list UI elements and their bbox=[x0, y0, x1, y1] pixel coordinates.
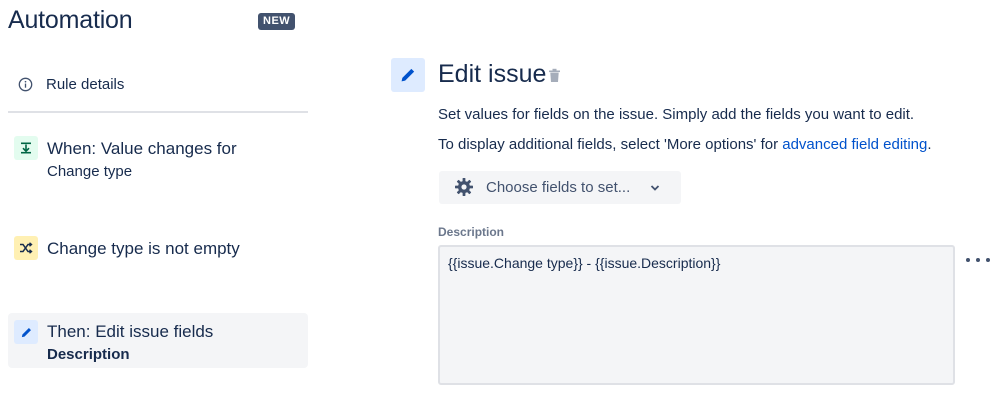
edit-issue-hint: To display additional fields, select 'Mo… bbox=[438, 136, 932, 153]
page-title: Edit issue bbox=[438, 60, 547, 88]
pencil-icon bbox=[14, 320, 38, 344]
info-icon bbox=[18, 77, 33, 92]
sidebar-divider bbox=[8, 111, 308, 113]
value-change-icon bbox=[14, 136, 38, 160]
choose-fields-button[interactable]: Choose fields to set... bbox=[439, 171, 681, 204]
hint-prefix: To display additional fields, select 'Mo… bbox=[438, 136, 783, 153]
more-horizontal-icon[interactable] bbox=[966, 252, 990, 268]
pencil-icon bbox=[391, 58, 425, 92]
description-field[interactable]: {{issue.Change type}} - {{issue.Descript… bbox=[438, 245, 955, 385]
shuffle-icon bbox=[14, 236, 38, 260]
component-action[interactable]: Then: Edit issue fields Description bbox=[8, 313, 308, 368]
trigger-subtitle: Change type bbox=[47, 163, 133, 180]
edit-issue-description: Set values for fields on the issue. Simp… bbox=[438, 106, 915, 123]
action-title: Then: Edit issue fields bbox=[47, 322, 214, 341]
condition-title: Change type is not empty bbox=[47, 239, 240, 258]
trigger-title: When: Value changes for bbox=[47, 139, 237, 158]
rule-details-link[interactable]: Rule details bbox=[18, 76, 124, 93]
hint-suffix: . bbox=[927, 136, 932, 153]
rule-details-label: Rule details bbox=[46, 76, 125, 93]
choose-fields-label: Choose fields to set... bbox=[486, 179, 631, 196]
trash-icon[interactable] bbox=[548, 68, 561, 83]
component-condition[interactable]: Change type is not empty bbox=[8, 230, 308, 266]
gear-icon bbox=[455, 178, 473, 196]
advanced-field-editing-link[interactable]: advanced field editing bbox=[782, 136, 927, 153]
component-trigger[interactable]: When: Value changes for Change type bbox=[8, 130, 308, 190]
new-badge: NEW bbox=[258, 13, 296, 30]
action-subtitle: Description bbox=[47, 346, 130, 363]
description-field-label: Description bbox=[438, 225, 505, 239]
chevron-down-icon bbox=[650, 185, 660, 191]
app-title: Automation bbox=[8, 6, 133, 34]
